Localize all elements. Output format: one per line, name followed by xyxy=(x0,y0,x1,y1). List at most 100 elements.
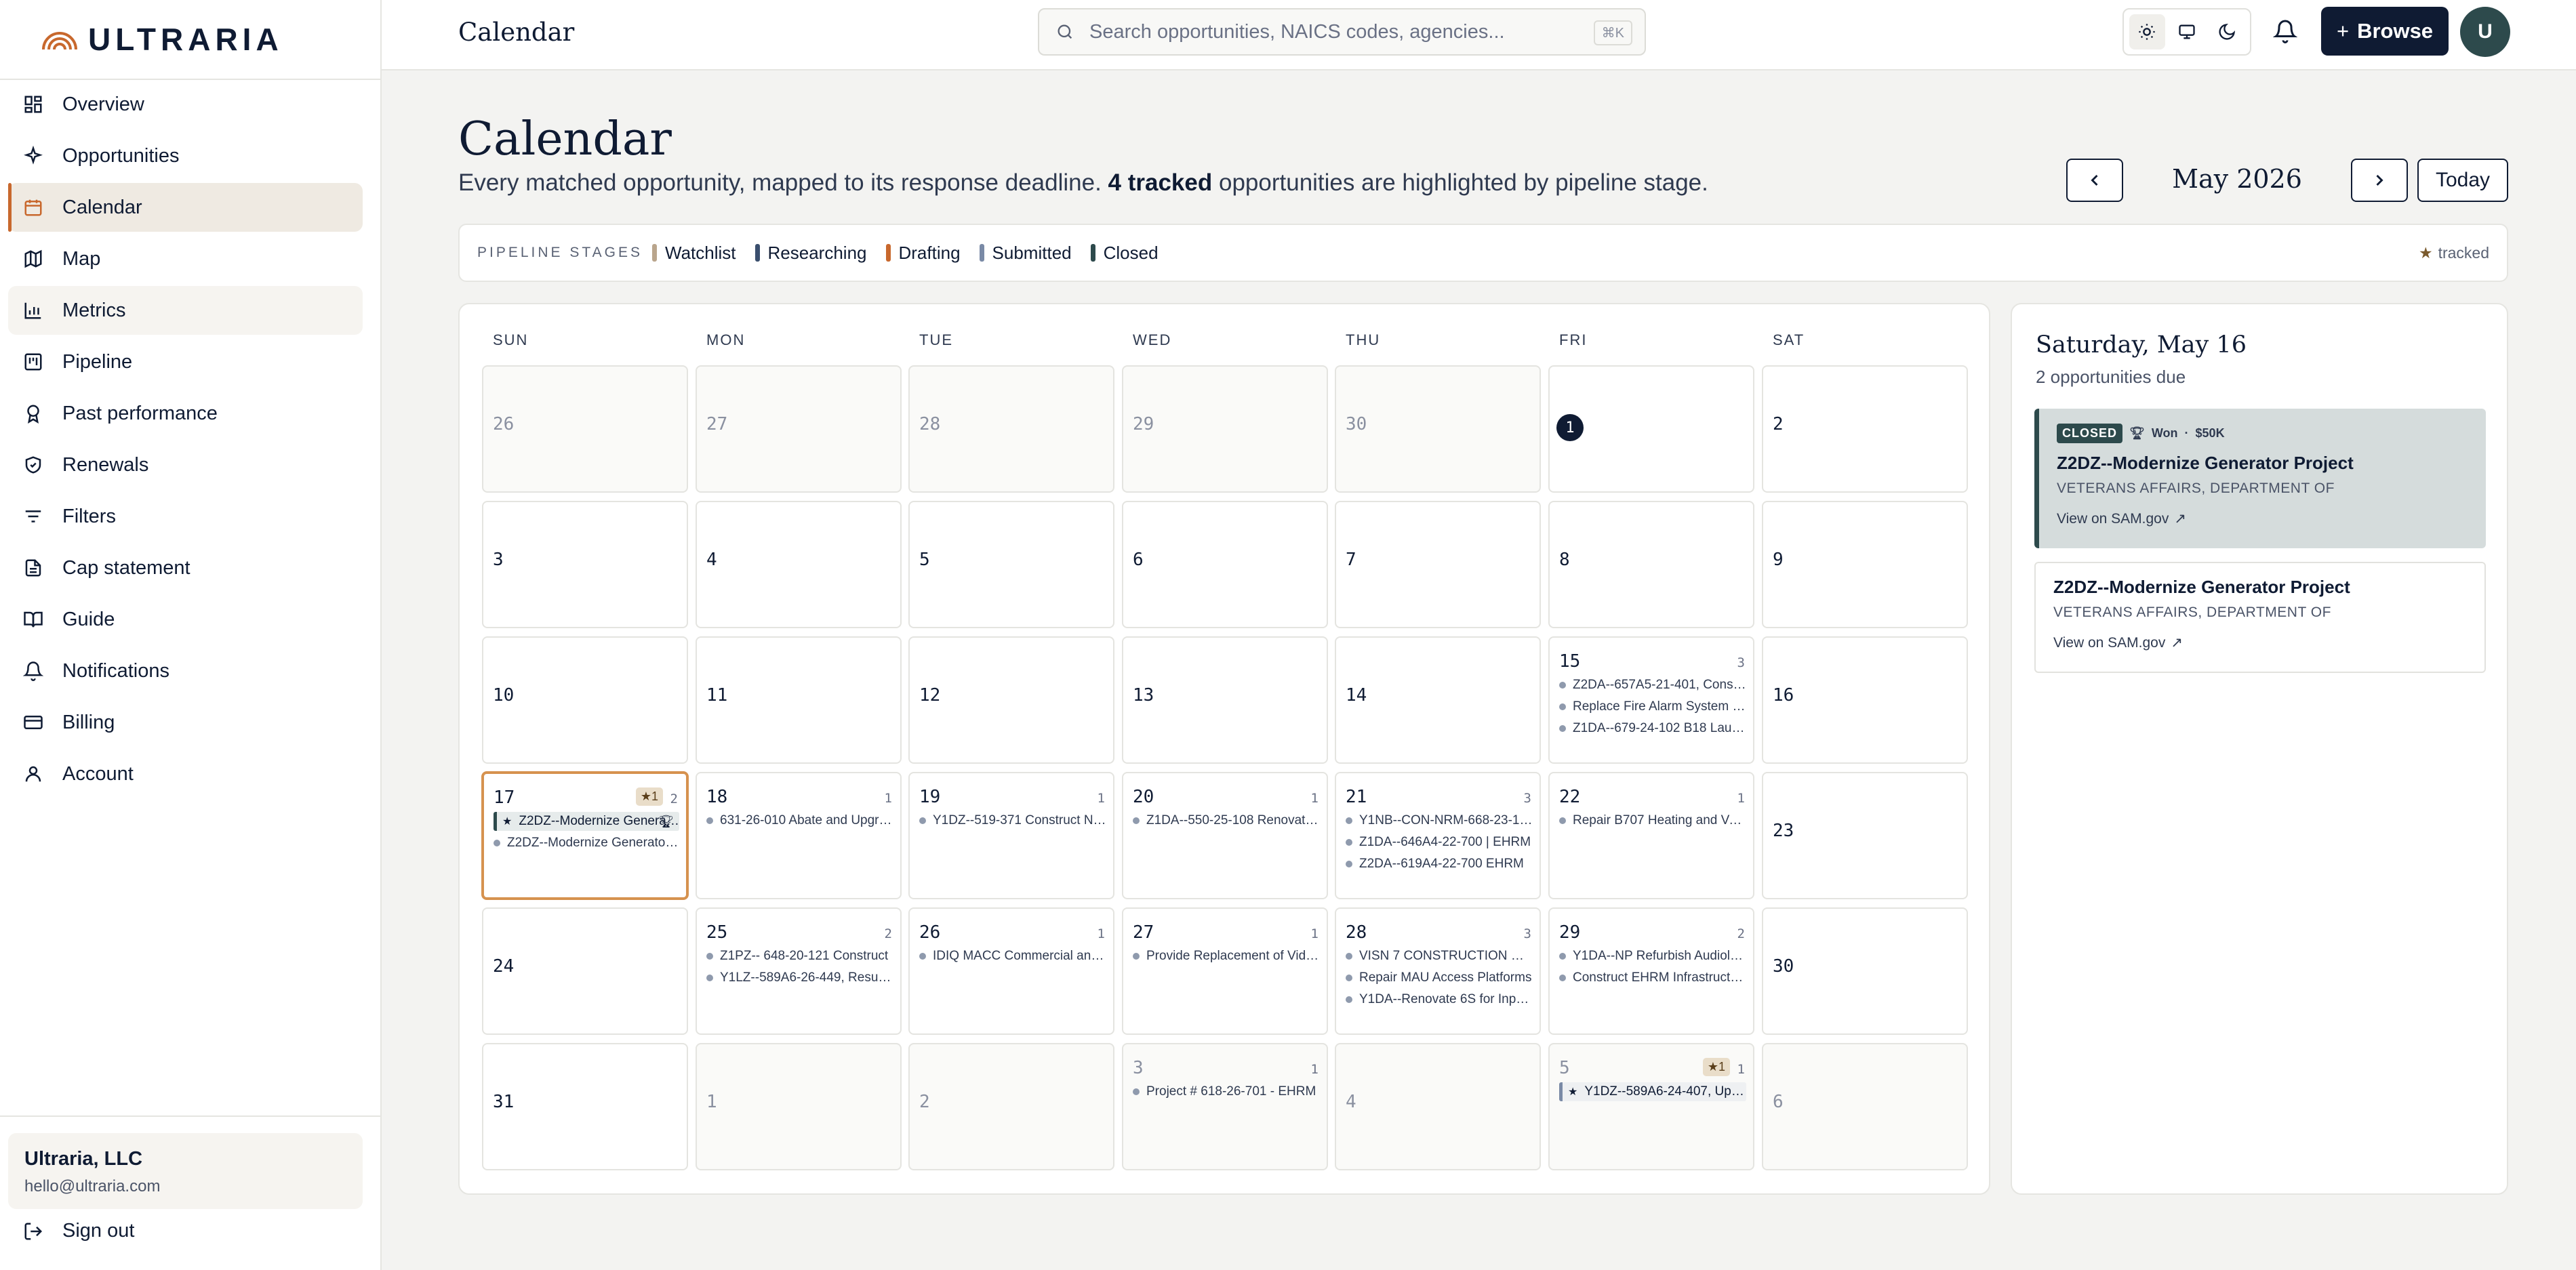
calendar-day-cell[interactable]: 30 xyxy=(1762,907,1968,1035)
calendar-day-cell[interactable]: 19 1 Y1DZ--519-371 Construct New xyxy=(908,772,1114,899)
calendar-day-cell[interactable]: 26 1 IDIQ MACC Commercial and Industrial xyxy=(908,907,1114,1035)
calendar-day-cell[interactable]: 31 xyxy=(482,1043,688,1170)
theme-light-button[interactable] xyxy=(2129,14,2165,49)
today-button[interactable]: Today xyxy=(2417,159,2508,202)
calendar-day-cell[interactable]: 1 xyxy=(1548,365,1754,493)
event-count: 1 xyxy=(1737,791,1745,806)
opportunity-card[interactable]: CLOSED 🏆︎ Won · $50K Z2DZ--Modernize Gen… xyxy=(2034,409,2486,548)
calendar-day-cell[interactable]: 2 xyxy=(908,1043,1114,1170)
calendar-day-cell[interactable]: 5 xyxy=(908,501,1114,628)
calendar-day-cell[interactable]: 3 xyxy=(482,501,688,628)
calendar-day-cell[interactable]: 27 xyxy=(696,365,902,493)
calendar-day-cell[interactable]: 26 xyxy=(482,365,688,493)
calendar-day-cell[interactable]: 29 2 Y1DA--NP Refurbish Audiology Construct… xyxy=(1548,907,1754,1035)
calendar-day-cell[interactable]: 11 xyxy=(696,636,902,764)
sidebar-item-filters[interactable]: Filters xyxy=(8,492,363,541)
sidebar-item-metrics[interactable]: Metrics xyxy=(8,286,363,335)
event-chip[interactable]: Construct EHRM Infrastructure xyxy=(1559,968,1746,987)
calendar-day-cell[interactable]: 4 xyxy=(1335,1043,1541,1170)
calendar-day-cell[interactable]: 12 xyxy=(908,636,1114,764)
sidebar-item-calendar[interactable]: Calendar xyxy=(8,183,363,232)
calendar-day-cell[interactable]: 20 1 Z1DA--550-25-108 Renovate Building xyxy=(1122,772,1328,899)
sidebar-item-opportunities[interactable]: Opportunities xyxy=(8,131,363,180)
calendar-day-cell[interactable]: 8 xyxy=(1548,501,1754,628)
opportunity-card[interactable]: Z2DZ--Modernize Generator Project VETERA… xyxy=(2034,562,2486,673)
next-month-button[interactable] xyxy=(2351,159,2408,202)
day-number: 13 xyxy=(1133,685,1154,705)
calendar-day-cell[interactable]: 13 xyxy=(1122,636,1328,764)
sidebar-item-billing[interactable]: Billing xyxy=(8,698,363,747)
calendar-day-cell[interactable]: 172★1★Z2DZ--Modernize Generator Project🏆… xyxy=(481,771,689,900)
event-chip[interactable]: Z1DA--679-24-102 B18 Laundry xyxy=(1559,719,1746,738)
calendar-day-cell[interactable]: 29 xyxy=(1122,365,1328,493)
calendar-day-cell[interactable]: 6 xyxy=(1762,1043,1968,1170)
calendar-day-cell[interactable]: 25 2 Z1PZ-- 648-20-121 Construct Y1LZ--589A… xyxy=(696,907,902,1035)
event-chip[interactable]: 631-26-010 Abate and Upgrade xyxy=(706,811,893,830)
event-chip[interactable]: Z2DZ--Modernize Generator Project xyxy=(494,834,679,853)
sidebar-item-pipeline[interactable]: Pipeline xyxy=(8,337,363,386)
sidebar-item-map[interactable]: Map xyxy=(8,234,363,283)
event-chip[interactable]: Z2DA--657A5-21-401, Construct Wards xyxy=(1559,676,1746,695)
calendar-day-cell[interactable]: 21 3 Y1NB--CON-NRM-668-23-101 Z1DA--646A4-2… xyxy=(1335,772,1541,899)
search-input[interactable]: Search opportunities, NAICS codes, agenc… xyxy=(1038,8,1646,56)
event-chip[interactable]: Project # 618-26-701 - EHRM xyxy=(1133,1082,1320,1101)
event-chip[interactable]: VISN 7 CONSTRUCTION MACC xyxy=(1346,947,1533,966)
calendar-day-cell[interactable]: 24 xyxy=(482,907,688,1035)
calendar-day-cell[interactable]: 4 xyxy=(696,501,902,628)
calendar-day-cell[interactable]: 22 1 Repair B707 Heating and Ventilation xyxy=(1548,772,1754,899)
event-dot xyxy=(1346,953,1352,960)
calendar-day-cell[interactable]: 18 1 631-26-010 Abate and Upgrade xyxy=(696,772,902,899)
sam-gov-link[interactable]: View on SAM.gov ↗ xyxy=(2053,634,2467,651)
calendar-day-cell[interactable]: 6 xyxy=(1122,501,1328,628)
calendar-day-cell[interactable]: 9 xyxy=(1762,501,1968,628)
calendar-day-cell[interactable]: 10 xyxy=(482,636,688,764)
event-chip[interactable]: Provide Replacement of Video xyxy=(1133,947,1320,966)
calendar-day-cell[interactable]: 14 xyxy=(1335,636,1541,764)
event-chip[interactable]: Repair B707 Heating and Ventilation xyxy=(1559,811,1746,830)
calendar-day-cell[interactable]: 28 3 VISN 7 CONSTRUCTION MACC Repair MAU Ac… xyxy=(1335,907,1541,1035)
sam-gov-link[interactable]: View on SAM.gov ↗ xyxy=(2057,510,2468,527)
sign-out-button[interactable]: Sign out xyxy=(23,1220,134,1242)
logo[interactable]: ULTRARIA xyxy=(0,0,380,80)
event-chip[interactable]: Z1DA--550-25-108 Renovate Building xyxy=(1133,811,1320,830)
event-chip[interactable]: Repair MAU Access Platforms xyxy=(1346,968,1533,987)
sidebar-item-cap-statement[interactable]: Cap statement xyxy=(8,544,363,592)
calendar-day-cell[interactable]: 23 xyxy=(1762,772,1968,899)
theme-system-button[interactable] xyxy=(2169,14,2205,49)
sidebar-item-guide[interactable]: Guide xyxy=(8,595,363,644)
weekday-header: SAT xyxy=(1773,331,1805,348)
sidebar-item-account[interactable]: Account xyxy=(8,750,363,798)
calendar-day-cell[interactable]: 16 xyxy=(1762,636,1968,764)
notifications-bell-icon[interactable] xyxy=(2273,18,2297,45)
calendar-day-cell[interactable]: 27 1 Provide Replacement of Video xyxy=(1122,907,1328,1035)
tracked-event-chip[interactable]: ★ Y1DZ--589A6-24-407, Upgrade xyxy=(1559,1082,1746,1101)
event-chip[interactable]: IDIQ MACC Commercial and Industrial xyxy=(919,947,1106,966)
calendar-day-cell[interactable]: 15 3 Z2DA--657A5-21-401, Construct Wards Re… xyxy=(1548,636,1754,764)
event-chip[interactable]: Y1NB--CON-NRM-668-23-101 xyxy=(1346,811,1533,830)
calendar-day-cell[interactable]: 7 xyxy=(1335,501,1541,628)
tracked-event-chip[interactable]: ★ Z2DZ--Modernize Generator Project🏆︎ xyxy=(494,812,679,831)
calendar-day-cell[interactable]: 28 xyxy=(908,365,1114,493)
event-chip[interactable]: Y1DA--Renovate 6S for Inpatient xyxy=(1346,990,1533,1009)
sidebar-item-overview[interactable]: Overview xyxy=(8,80,363,129)
event-chip[interactable]: Z1PZ-- 648-20-121 Construct xyxy=(706,947,893,966)
event-chip[interactable]: Replace Fire Alarm System f... xyxy=(1559,697,1746,716)
org-card[interactable]: Ultraria, LLC hello@ultraria.com xyxy=(8,1133,363,1209)
sidebar-item-renewals[interactable]: Renewals xyxy=(8,441,363,489)
sidebar-item-notifications[interactable]: Notifications xyxy=(8,647,363,695)
calendar-day-cell[interactable]: 3 1 Project # 618-26-701 - EHRM xyxy=(1122,1043,1328,1170)
event-chip[interactable]: Z2DA--619A4-22-700 EHRM xyxy=(1346,855,1533,874)
event-chip[interactable]: Z1DA--646A4-22-700 | EHRM xyxy=(1346,833,1533,852)
browse-button[interactable]: + Browse xyxy=(2321,7,2449,56)
sidebar-item-past-performance[interactable]: Past performance xyxy=(8,389,363,438)
theme-dark-button[interactable] xyxy=(2209,14,2245,49)
event-chip[interactable]: Y1LZ--589A6-26-449, Resurface xyxy=(706,968,893,987)
calendar-day-cell[interactable]: 30 xyxy=(1335,365,1541,493)
event-chip[interactable]: Y1DA--NP Refurbish Audiology xyxy=(1559,947,1746,966)
avatar[interactable]: U xyxy=(2460,7,2510,57)
calendar-day-cell[interactable]: 2 xyxy=(1762,365,1968,493)
calendar-day-cell[interactable]: 5 1 ★1 ★ Y1DZ--589A6-24-407, Upgrade xyxy=(1548,1043,1754,1170)
event-chip[interactable]: Y1DZ--519-371 Construct New xyxy=(919,811,1106,830)
calendar-day-cell[interactable]: 1 xyxy=(696,1043,902,1170)
prev-month-button[interactable] xyxy=(2066,159,2123,202)
